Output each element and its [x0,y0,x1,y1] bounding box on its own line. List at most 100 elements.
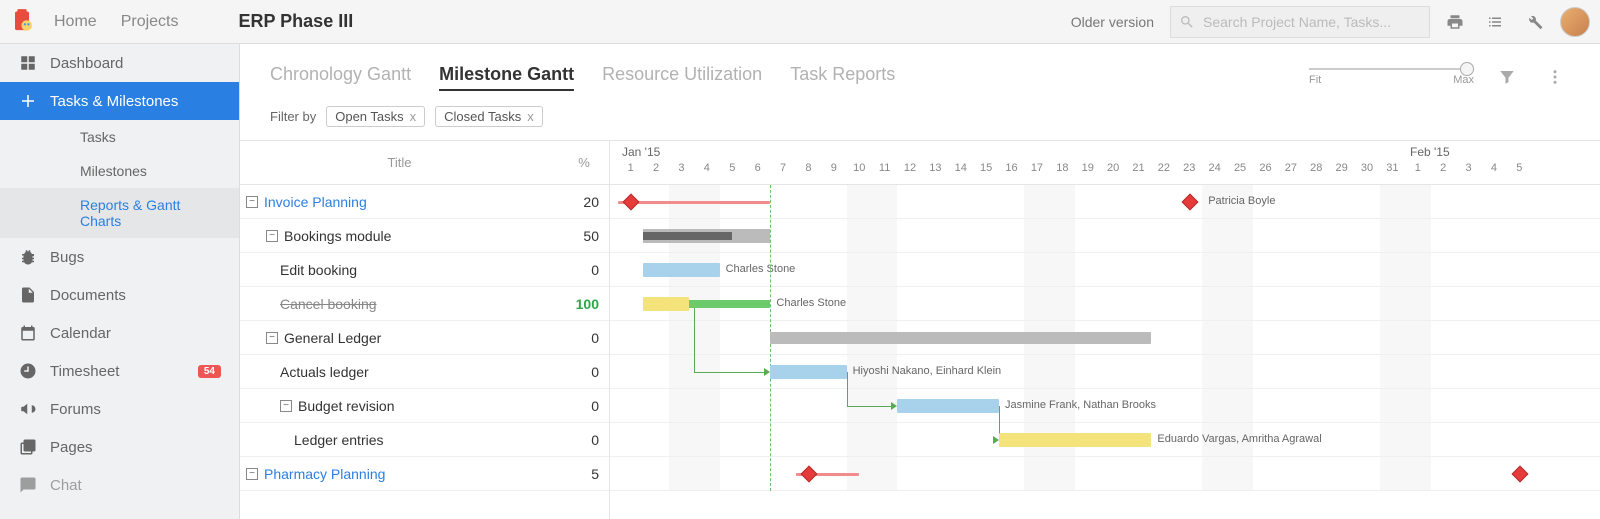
nav-home[interactable]: Home [54,13,97,31]
day-cell: 23 [1177,162,1202,182]
day-cell: 25 [1227,162,1252,182]
assignee-label: Eduardo Vargas, Amritha Agrawal [1157,433,1321,445]
task-row[interactable]: −Budget revision0 [240,389,609,423]
task-title: Bookings module [284,228,391,244]
tab-milestone[interactable]: Milestone Gantt [439,64,574,91]
milestone-diamond[interactable] [622,194,639,211]
chart-row [610,457,1600,491]
day-cell: 1 [1405,162,1430,182]
tab-resource[interactable]: Resource Utilization [602,64,762,91]
avatar[interactable] [1560,7,1590,37]
search-box[interactable] [1170,6,1430,38]
nav-projects[interactable]: Projects [121,13,179,31]
sidebar-item-calendar[interactable]: Calendar [0,314,239,352]
milestone-diamond[interactable] [800,466,817,483]
chip-closed-tasks[interactable]: Closed Tasksx [435,106,543,127]
task-pct: 20 [559,194,609,210]
more-icon[interactable] [1540,62,1570,92]
sidebar-item-bugs[interactable]: Bugs [0,238,239,276]
day-cell: 4 [1481,162,1506,182]
sidebar-sub-tasks[interactable]: Tasks [0,120,239,154]
sidebar-label: Bugs [50,249,84,266]
tab-task-reports[interactable]: Task Reports [790,64,895,91]
task-title: Ledger entries [294,432,384,448]
sidebar-label: Chat [50,477,82,494]
task-row[interactable]: Edit booking0 [240,253,609,287]
assignee-label: Patricia Boyle [1208,195,1275,207]
app-logo[interactable] [0,8,44,36]
task-row[interactable]: −General Ledger0 [240,321,609,355]
search-icon [1179,14,1195,30]
task-title: Edit booking [280,262,357,278]
gantt-bar[interactable] [897,399,999,413]
task-pct: 5 [559,466,609,482]
day-cell: 1 [618,162,643,182]
zoom-handle[interactable] [1460,62,1474,76]
filter-icon[interactable] [1492,62,1522,92]
collapse-toggle[interactable]: − [246,468,258,480]
day-cell: 12 [897,162,922,182]
gantt-bar[interactable] [643,232,732,240]
task-row[interactable]: −Pharmacy Planning5 [240,457,609,491]
task-pct: 0 [559,330,609,346]
dependency-line [694,372,766,373]
sidebar-item-forums[interactable]: Forums [0,390,239,428]
gantt-bar[interactable] [999,433,1151,447]
gantt-bar[interactable] [643,297,689,311]
sidebar-item-dashboard[interactable]: Dashboard [0,44,239,82]
search-input[interactable] [1203,14,1421,30]
settings-wrench-icon[interactable] [1520,7,1550,37]
gantt-chart[interactable]: Jan '15 Feb '15 123456789101112131415161… [610,141,1600,519]
sidebar-label: Timesheet [50,363,119,380]
document-icon [18,286,38,304]
sidebar-sub-milestones[interactable]: Milestones [0,154,239,188]
gantt-bar[interactable] [618,201,770,204]
milestone-diamond[interactable] [1181,194,1198,211]
sidebar-item-timesheet[interactable]: Timesheet 54 [0,352,239,390]
zoom-fit-label: Fit [1309,74,1321,86]
sidebar-label: Dashboard [50,55,123,72]
filter-by-label: Filter by [270,109,316,124]
sidebar-item-chat[interactable]: Chat [0,466,239,504]
collapse-toggle[interactable]: − [280,400,292,412]
day-cell: 26 [1253,162,1278,182]
collapse-toggle[interactable]: − [266,230,278,242]
bug-icon [18,248,38,266]
day-cell: 13 [923,162,948,182]
day-cell: 27 [1278,162,1303,182]
sidebar-item-pages[interactable]: Pages [0,428,239,466]
task-row[interactable]: −Invoice Planning20 [240,185,609,219]
chart-row [610,321,1600,355]
task-row[interactable]: Ledger entries0 [240,423,609,457]
sidebar-item-documents[interactable]: Documents [0,276,239,314]
task-title: Actuals ledger [280,364,369,380]
dependency-line [847,406,894,407]
older-version-link[interactable]: Older version [1071,14,1154,30]
gantt-bar[interactable] [770,365,846,379]
sidebar-sub-reports[interactable]: Reports & Gantt Charts [0,188,239,238]
gantt-bar[interactable] [770,332,1151,344]
task-row[interactable]: Actuals ledger0 [240,355,609,389]
chip-close-icon[interactable]: x [410,109,417,124]
filter-row: Filter by Open Tasksx Closed Tasksx [240,106,1600,140]
gantt-bar[interactable] [643,263,719,277]
zoom-slider[interactable]: FitMax [1309,68,1474,86]
day-cell: 19 [1075,162,1100,182]
chip-open-tasks[interactable]: Open Tasksx [326,106,425,127]
chip-close-icon[interactable]: x [527,109,534,124]
tab-chronology[interactable]: Chronology Gantt [270,64,411,91]
task-row[interactable]: Cancel booking100 [240,287,609,321]
sidebar-label: Calendar [50,325,111,342]
milestone-diamond[interactable] [1511,466,1528,483]
day-cell: 8 [796,162,821,182]
day-cell: 3 [1456,162,1481,182]
list-icon[interactable] [1480,7,1510,37]
sidebar-item-tasks-milestones[interactable]: Tasks & Milestones [0,82,239,120]
task-row[interactable]: −Bookings module50 [240,219,609,253]
main: Chronology Gantt Milestone Gantt Resourc… [240,44,1600,519]
collapse-toggle[interactable]: − [266,332,278,344]
print-icon[interactable] [1440,7,1470,37]
assignee-label: Charles Stone [726,263,796,275]
day-cell: 15 [973,162,998,182]
collapse-toggle[interactable]: − [246,196,258,208]
